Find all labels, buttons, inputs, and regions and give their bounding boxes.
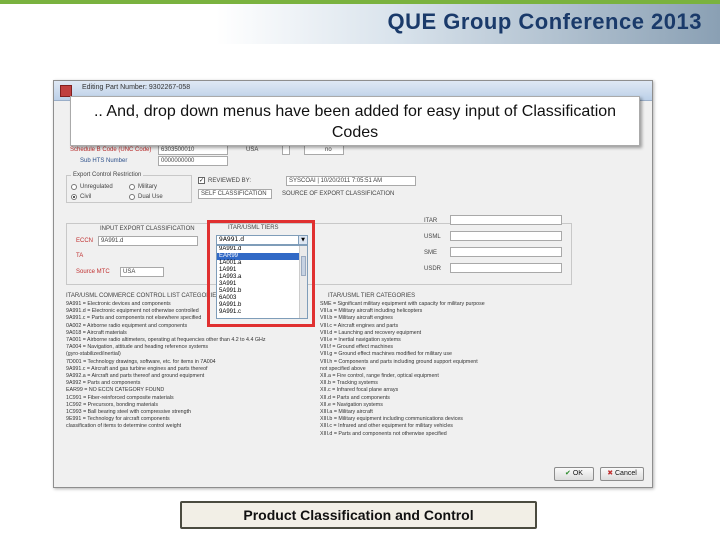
usml-field[interactable] — [450, 231, 562, 241]
source-mtc-field[interactable]: USA — [120, 267, 164, 277]
ok-button[interactable]: ✔ OK — [554, 467, 594, 481]
list-item: XIII.c = Infrared and other equipment fo… — [320, 423, 453, 430]
usdr-label: USDR — [424, 266, 442, 272]
itar-field[interactable] — [450, 215, 562, 225]
list-item: EAR99 = NO ECCN CATEGORY FOUND — [66, 387, 165, 394]
list-item: VIII.b = Military aircraft engines — [320, 315, 393, 322]
list-item: XII.a = Fire control, range finder, opti… — [320, 373, 439, 380]
list-item: XII.d = Parts and components — [320, 394, 390, 401]
list-item: VIII.g = Ground effect machines modified… — [320, 351, 452, 358]
radio-unregulated[interactable] — [71, 184, 77, 190]
self-classification-field[interactable]: SELF CLASSIFICATION — [198, 189, 272, 199]
list-item: 9A018 = Aircraft materials — [66, 329, 127, 336]
dropdown-option[interactable]: 1A001.a — [217, 260, 307, 267]
list-item: 7A001 = Airborne radio altimeters, opera… — [66, 337, 266, 344]
dropdown-option[interactable]: 3A991 — [217, 281, 307, 288]
hts-label: Sub HTS Number — [80, 158, 128, 164]
check-icon: ✔ — [565, 470, 573, 477]
dropdown-option[interactable]: EAR99 — [217, 253, 307, 260]
list-item: 9A991.c = Aircraft and gas turbine engin… — [66, 365, 208, 372]
list-item: 1C992 = Precursors, bonding materials — [66, 401, 159, 408]
eccn-dropdown-list[interactable]: 9A991.d EAR99 1A001.a 1A991 1A993.a 3A991 5A99… — [216, 245, 308, 319]
list-item: 7D001 = Technology drawings, software, e… — [66, 358, 216, 365]
list-item: VIII.e = Inertial navigation systems — [320, 337, 401, 344]
window-title: Editing Part Number: 9302267-058 — [82, 84, 191, 91]
list-item: XII.c = Infrared focal plane arrays — [320, 387, 399, 394]
list-item: XIII.b = Military equipment including co… — [320, 416, 463, 423]
dropdown-option[interactable]: 9A991.c — [217, 309, 307, 316]
list-item: XIII.a = Military aircraft — [320, 409, 373, 416]
chevron-down-icon[interactable]: ▼ — [298, 236, 307, 244]
list-item: VIII.c = Aircraft engines and parts — [320, 322, 399, 329]
schedule-b-label: Schedule B Code (UNC Code) — [70, 147, 152, 153]
eccn-heading: INPUT EXPORT CLASSIFICATION — [100, 226, 195, 232]
schedule-b-field[interactable]: 6303500010 — [158, 145, 228, 155]
dropdown-option[interactable]: 9A991.d — [217, 246, 307, 253]
cancel-button[interactable]: ✖ Cancel — [600, 467, 644, 481]
hts-field[interactable]: 0000000000 — [158, 156, 228, 166]
eccn-field[interactable]: 9A991.d — [98, 236, 198, 246]
source-classification-label: SOURCE OF EXPORT CLASSIFICATION — [282, 191, 395, 197]
itar-label: ITAR — [424, 218, 438, 224]
list-item: XIII.d = Parts and components not otherw… — [320, 430, 447, 437]
radio-dual-use[interactable] — [129, 194, 135, 200]
dropdown-option[interactable]: 1A991 — [217, 267, 307, 274]
list-item: not specified above — [320, 365, 366, 372]
usml-label: USML — [424, 234, 441, 240]
list-item: classification of items to determine con… — [66, 423, 182, 430]
radio-military[interactable] — [129, 184, 135, 190]
list-item: 7A004 = Navigation, attitude and heading… — [66, 344, 209, 351]
list-item: 9A992 = Parts and components — [66, 380, 141, 387]
list-item: VIII.d = Launching and recovery equipmen… — [320, 329, 422, 336]
reviewed-checkbox[interactable]: ✓ — [198, 177, 205, 184]
dropdown-highlight-box: ITAR/USML TIERS 9A991.d ▼ 9A991.d EAR99 1A… — [207, 220, 315, 327]
reviewed-label: REVIEWED BY: — [208, 178, 252, 184]
dropdown-option[interactable]: 1A993.a — [217, 274, 307, 281]
dropdown-option[interactable]: 5A991.b — [217, 288, 307, 295]
list-item: VIII.h = Components and parts including … — [320, 358, 478, 365]
source-mtc-label: Source MTC — [76, 269, 110, 275]
header-title: QUE Group Conference 2013 — [387, 9, 702, 34]
eccn-dropdown[interactable]: 9A991.d ▼ — [216, 235, 308, 245]
list-item: VIII.f = Ground effect machines — [320, 344, 394, 351]
dropdown-scrollbar[interactable] — [299, 246, 307, 318]
dropdown-heading: ITAR/USML TIERS — [228, 225, 279, 231]
list-item: 1C993 = Ball bearing steel with compress… — [66, 409, 191, 416]
export-control-group: Export Control Restriction Unregulated M… — [66, 172, 192, 203]
ta-label: TA — [76, 253, 84, 259]
callout-box: .. And, drop down menus have been added … — [70, 96, 640, 146]
dropdown-option[interactable]: 6A003 — [217, 295, 307, 302]
eccn-label: ECCN — [76, 238, 94, 244]
left-list-heading: ITAR/USML COMMERCE CONTROL LIST CATEGORI… — [66, 293, 221, 299]
radio-civil[interactable] — [71, 194, 77, 200]
close-icon: ✖ — [607, 470, 615, 477]
list-item: 9E991 = Technology for aircraft componen… — [66, 416, 170, 423]
list-item: SME = Significant military equipment wit… — [320, 301, 485, 307]
sme-label: SME — [424, 250, 438, 256]
list-item: XII.e = Navigation systems — [320, 401, 383, 408]
sme-field[interactable] — [450, 247, 562, 257]
right-list-heading: ITAR/USML TIER CATEGORIES — [328, 293, 416, 299]
list-item: 9A992.a = Aircraft and parts thereof and… — [66, 373, 205, 380]
list-item: (gyro-stabilized/inertial) — [66, 351, 121, 358]
list-item: XII.b = Tracking systems — [320, 380, 378, 387]
reviewed-value-field[interactable]: SYSCOAI | 10/20/2011 7:05:51 AM — [286, 176, 416, 186]
list-item: VIII.a = Military aircraft including hel… — [320, 308, 423, 315]
usa-label: USA — [246, 147, 259, 153]
usa-field[interactable]: no — [304, 145, 344, 155]
usml-tier-list: SME = Significant military equipment wit… — [320, 301, 650, 471]
scrollbar-thumb[interactable] — [301, 256, 306, 276]
slide-caption: Product Classification and Control — [180, 501, 537, 529]
dropdown-option[interactable]: 9A991.b — [217, 302, 307, 309]
list-item: 1C991 = Fiber-reinforced composite mater… — [66, 394, 174, 401]
usdr-field[interactable] — [450, 263, 562, 273]
usa-lookup-button[interactable] — [282, 145, 290, 155]
